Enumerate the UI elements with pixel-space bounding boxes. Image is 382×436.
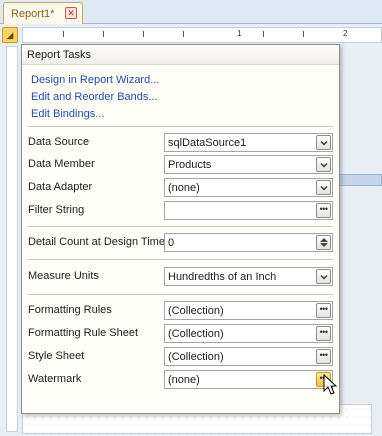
ellipsis-icon[interactable]: •••	[316, 203, 331, 218]
divider	[28, 126, 333, 127]
detail-count-label: Detail Count at Design Time	[28, 236, 165, 248]
ellipsis-icon[interactable]: •••	[316, 303, 331, 318]
horizontal-ruler: 1 2	[22, 27, 382, 43]
style-sheet-row: Style Sheet (Collection) •••	[28, 347, 333, 367]
formatting-rule-sheet-row: Formatting Rule Sheet (Collection) •••	[28, 324, 333, 344]
document-tab[interactable]: Report1* ✕	[3, 2, 83, 24]
ruler-mark-1: 1	[237, 29, 242, 38]
data-adapter-label: Data Adapter	[28, 181, 93, 193]
document-tab-title: Report1*	[11, 7, 55, 20]
smart-tag-icon[interactable]: ◢	[2, 27, 18, 43]
panel-title: Report Tasks	[22, 45, 339, 65]
formatting-rules-row: Formatting Rules (Collection) •••	[28, 301, 333, 321]
filter-string-field[interactable]: •••	[164, 201, 333, 220]
measure-units-label: Measure Units	[28, 270, 99, 282]
data-adapter-row: Data Adapter (none)	[28, 178, 333, 198]
task-links: Design in Report Wizard... Edit and Reor…	[22, 65, 339, 123]
ellipsis-icon[interactable]: •••	[316, 326, 331, 341]
style-sheet-field[interactable]: (Collection) •••	[164, 347, 333, 366]
mouse-pointer-icon	[323, 374, 338, 395]
watermark-field[interactable]: (none) •••	[164, 370, 333, 389]
chevron-down-icon[interactable]	[316, 180, 331, 195]
report-tasks-panel: Report Tasks Design in Report Wizard... …	[21, 44, 340, 414]
watermark-label: Watermark	[28, 373, 82, 385]
close-icon[interactable]: ✕	[65, 7, 77, 19]
chevron-down-icon[interactable]	[316, 269, 331, 284]
formatting-rule-sheet-label: Formatting Rule Sheet	[28, 327, 139, 339]
measure-units-row: Measure Units Hundredths of an Inch	[28, 267, 333, 287]
divider	[28, 259, 333, 260]
edit-bindings-link[interactable]: Edit Bindings...	[31, 106, 339, 123]
spinner-icon[interactable]	[316, 235, 331, 250]
watermark-row: Watermark (none) •••	[28, 370, 333, 390]
data-source-label: Data Source	[28, 136, 90, 148]
divider	[28, 294, 333, 295]
formatting-rules-label: Formatting Rules	[28, 304, 112, 316]
chevron-down-icon[interactable]	[316, 135, 331, 150]
filter-string-row: Filter String •••	[28, 201, 333, 221]
report-wizard-link[interactable]: Design in Report Wizard...	[31, 72, 339, 89]
style-sheet-label: Style Sheet	[28, 350, 85, 362]
ruler-mark-2: 2	[343, 29, 348, 38]
data-member-row: Data Member Products	[28, 155, 333, 175]
data-source-dropdown[interactable]: sqlDataSource1	[164, 133, 333, 152]
filter-string-label: Filter String	[28, 204, 85, 216]
data-member-dropdown[interactable]: Products	[164, 155, 333, 174]
data-adapter-dropdown[interactable]: (none)	[164, 178, 333, 197]
band-header[interactable]	[333, 174, 382, 186]
detail-count-row: Detail Count at Design Time 0	[28, 233, 333, 253]
data-source-row: Data Source sqlDataSource1	[28, 133, 333, 153]
measure-units-dropdown[interactable]: Hundredths of an Inch	[164, 267, 333, 286]
formatting-rule-sheet-field[interactable]: (Collection) •••	[164, 324, 333, 343]
formatting-rules-field[interactable]: (Collection) •••	[164, 301, 333, 320]
document-tab-strip: Report1* ✕	[0, 0, 382, 24]
ellipsis-icon[interactable]: •••	[316, 349, 331, 364]
data-member-label: Data Member	[28, 158, 95, 170]
detail-count-spinner[interactable]: 0	[164, 233, 333, 252]
divider	[28, 226, 333, 227]
chevron-down-icon[interactable]	[316, 157, 331, 172]
vertical-ruler	[6, 46, 18, 432]
edit-bands-link[interactable]: Edit and Reorder Bands...	[31, 89, 339, 106]
